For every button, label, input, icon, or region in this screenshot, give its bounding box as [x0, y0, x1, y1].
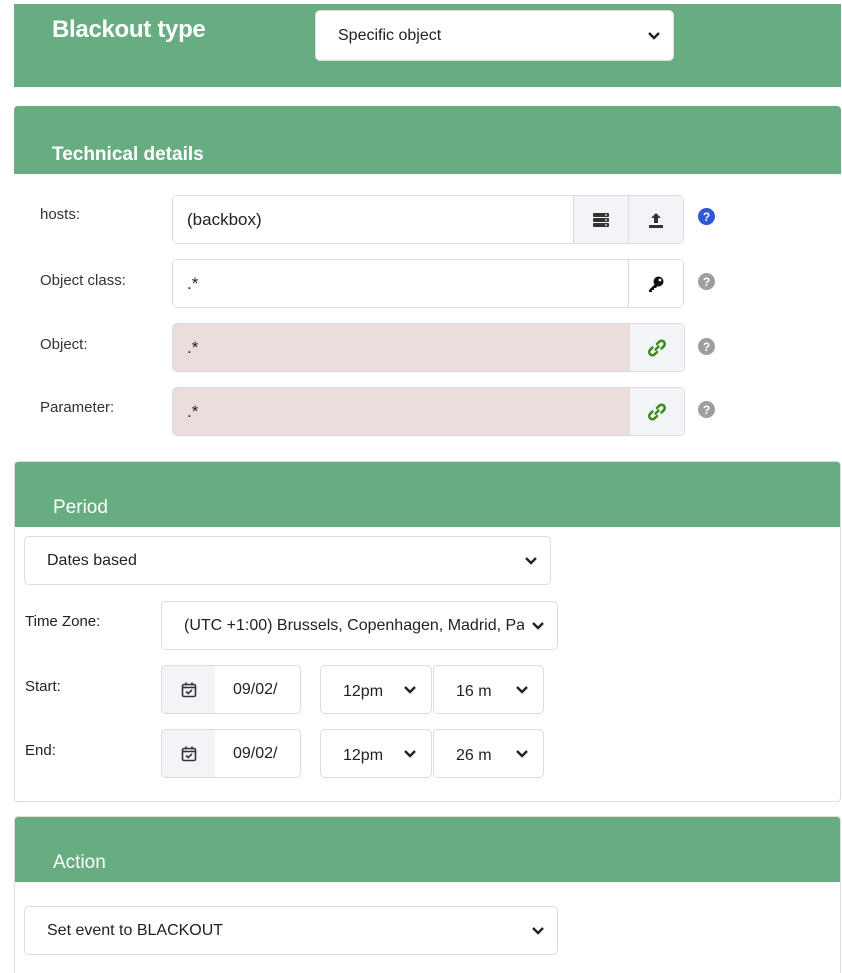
parameter-label: Parameter: [40, 399, 115, 416]
technical-details-header: Technical details [14, 106, 841, 174]
technical-details-card: Technical details hosts: (backbox) ? Obj… [14, 106, 841, 452]
chevron-down-icon [532, 926, 544, 935]
server-list-icon [593, 212, 609, 227]
chevron-down-icon [516, 749, 528, 758]
chevron-down-icon [525, 556, 537, 565]
blackout-type-header: Blackout type Specific object [14, 4, 841, 87]
end-hour-value: 12pm [343, 746, 384, 764]
period-title: Period [53, 497, 108, 518]
object-input[interactable]: .* [173, 324, 629, 371]
start-calendar-button[interactable] [161, 665, 216, 714]
hosts-list-button[interactable] [573, 196, 628, 243]
technical-details-title: Technical details [52, 144, 204, 165]
parameter-link-button[interactable] [629, 388, 684, 435]
start-hour-value: 12pm [343, 682, 384, 700]
parameter-help-icon[interactable]: ? [698, 401, 715, 418]
hosts-label: hosts: [40, 206, 81, 223]
start-minute-select[interactable]: 16 m [433, 665, 544, 714]
period-header: Period [15, 462, 840, 527]
start-hour-select[interactable]: 12pm [320, 665, 432, 714]
end-label: End: [25, 742, 56, 759]
calendar-check-icon [181, 746, 196, 761]
chevron-down-icon [648, 31, 660, 40]
end-hour-select[interactable]: 12pm [320, 729, 432, 778]
hosts-upload-button[interactable] [628, 196, 683, 243]
start-minute-value: 16 m [456, 682, 492, 700]
parameter-input[interactable]: .* [173, 388, 629, 435]
chevron-down-icon [516, 685, 528, 694]
timezone-select[interactable]: (UTC +1:00) Brussels, Copenhagen, Madrid… [161, 601, 558, 650]
action-value: Set event to BLACKOUT [47, 921, 224, 939]
start-label: Start: [25, 678, 61, 695]
end-minute-select[interactable]: 26 m [433, 729, 544, 778]
action-select[interactable]: Set event to BLACKOUT [24, 906, 558, 955]
object-input-group: .* [172, 323, 685, 372]
blackout-type-title: Blackout type [52, 16, 206, 43]
action-card: Action Set event to BLACKOUT [14, 816, 841, 973]
key-icon [649, 276, 664, 292]
timezone-value: (UTC +1:00) Brussels, Copenhagen, Madrid… [184, 616, 524, 634]
object-class-label: Object class: [40, 272, 126, 289]
upload-icon [649, 212, 663, 228]
end-calendar-button[interactable] [161, 729, 216, 778]
hosts-input-group: (backbox) [172, 195, 684, 244]
chevron-down-icon [404, 749, 416, 758]
period-mode-select[interactable]: Dates based [24, 536, 551, 585]
object-help-icon[interactable]: ? [698, 338, 715, 355]
action-header: Action [15, 817, 840, 882]
end-minute-value: 26 m [456, 746, 492, 764]
period-mode-value: Dates based [47, 551, 137, 569]
parameter-input-group: .* [172, 387, 685, 436]
link-icon [648, 339, 666, 356]
object-class-key-button[interactable] [628, 260, 683, 307]
blackout-type-value: Specific object [338, 26, 442, 44]
chevron-down-icon [532, 621, 544, 630]
start-date-input[interactable]: 09/02/ [215, 665, 301, 714]
object-class-input-group: .* [172, 259, 684, 308]
link-icon [648, 403, 666, 420]
object-label: Object: [40, 336, 88, 353]
object-class-input[interactable]: .* [173, 260, 628, 307]
period-card: Period Dates based Time Zone: (UTC +1:00… [14, 461, 841, 802]
object-link-button[interactable] [629, 324, 684, 371]
hosts-input[interactable]: (backbox) [173, 196, 573, 243]
object-class-help-icon[interactable]: ? [698, 273, 715, 290]
timezone-label: Time Zone: [25, 613, 101, 630]
chevron-down-icon [404, 685, 416, 694]
hosts-help-icon[interactable]: ? [698, 208, 715, 225]
calendar-check-icon [181, 682, 196, 697]
blackout-type-select[interactable]: Specific object [315, 10, 674, 61]
end-date-input[interactable]: 09/02/ [215, 729, 301, 778]
action-title: Action [53, 852, 106, 873]
